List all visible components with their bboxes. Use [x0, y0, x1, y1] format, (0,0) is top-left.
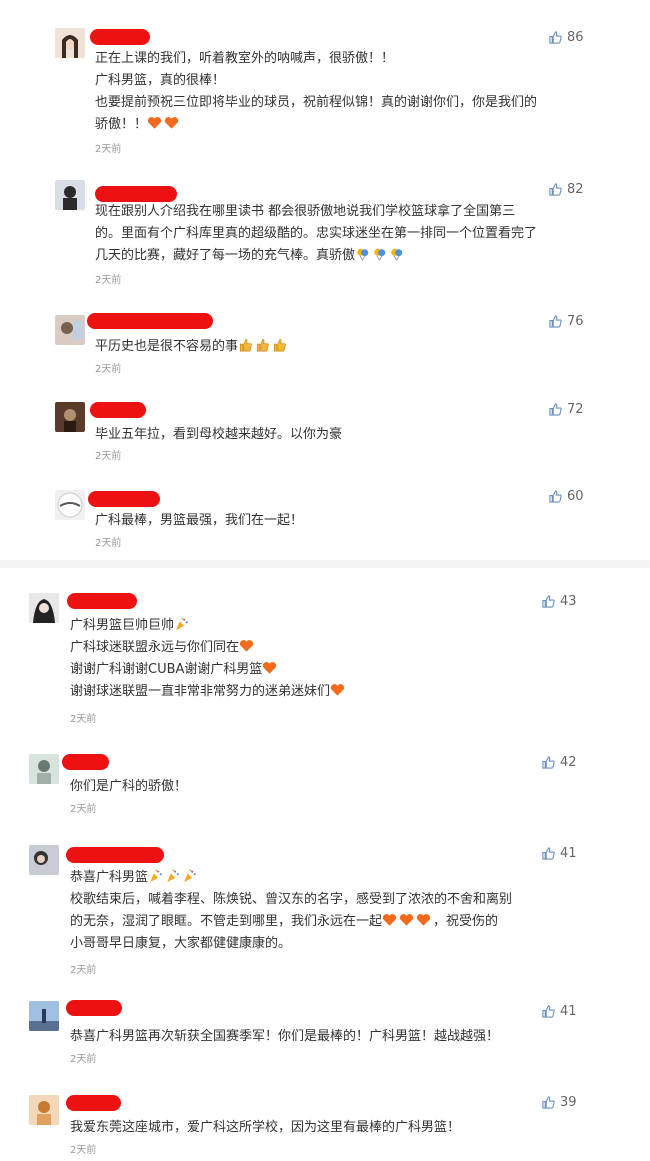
heart-icon	[399, 914, 414, 926]
comment-time: 2天前	[95, 144, 122, 155]
like-count: 42	[560, 755, 577, 770]
heart-icon	[239, 640, 254, 652]
party-popper-icon	[184, 869, 196, 883]
comment-text: 现在跟别人介绍我在哪里读书 都会很骄傲地说我们学校篮球拿了全国第三 的。里面有个…	[95, 204, 538, 263]
avatar[interactable]	[29, 593, 59, 623]
comment-time: 2天前	[95, 451, 122, 462]
heart-icon	[164, 117, 179, 129]
comment-text: 恭喜广科男篮 校歌结束后，喊着李程、陈焕锐、曾汉东的名字，感受到了浓浓的不舍和离…	[70, 869, 513, 951]
thumbs-up-icon	[542, 1005, 555, 1018]
comment-panel-1: 正在上课的我们，听着教室外的呐喊声，很骄傲！！ 广科男篮，真的很棒！ 也要提前预…	[0, 0, 650, 560]
like-button[interactable]: 76	[549, 314, 584, 329]
avatar[interactable]	[55, 315, 85, 345]
like-count: 60	[567, 489, 584, 504]
balloon-icon	[391, 248, 403, 261]
heart-icon	[382, 914, 397, 926]
heart-icon	[330, 684, 345, 696]
like-count: 72	[567, 402, 584, 417]
redacted-username	[95, 186, 177, 202]
comment-text: 你们是广科的骄傲！	[70, 779, 188, 794]
comment-text: 正在上课的我们，听着教室外的呐喊声，很骄傲！！ 广科男篮，真的很棒！ 也要提前预…	[95, 51, 538, 132]
thumbs-up-icon	[542, 756, 555, 769]
avatar[interactable]	[55, 402, 85, 432]
avatar[interactable]	[55, 180, 85, 210]
comment-time: 2天前	[95, 364, 122, 375]
like-count: 43	[560, 594, 577, 609]
redacted-username	[88, 491, 160, 507]
comment-time: 2天前	[70, 804, 97, 815]
comment-time: 2天前	[70, 965, 97, 976]
thumbs-up-icon	[549, 403, 562, 416]
like-button[interactable]: 42	[542, 755, 577, 770]
balloon-icon	[374, 248, 386, 261]
comment-text: 恭喜广科男篮再次斩获全国赛季军！你们是最棒的！广科男篮！越战越强！	[70, 1029, 500, 1044]
like-button[interactable]: 86	[549, 30, 584, 45]
heart-icon	[147, 117, 162, 129]
party-popper-icon	[150, 869, 162, 883]
party-popper-icon	[176, 617, 188, 631]
thumbs-up-icon	[549, 490, 562, 503]
like-button[interactable]: 82	[549, 182, 584, 197]
like-count: 76	[567, 314, 584, 329]
redacted-username	[90, 29, 150, 45]
comment-time: 2天前	[95, 275, 122, 286]
thumbs-up-icon	[549, 183, 562, 196]
like-button[interactable]: 41	[542, 1004, 577, 1019]
avatar[interactable]	[29, 1095, 59, 1125]
thumbs-up-icon	[549, 315, 562, 328]
thumbs-up-icon	[549, 31, 562, 44]
heart-icon	[263, 662, 277, 674]
comment-text: 平历史也是很不容易的事	[95, 336, 289, 358]
comment-time: 2天前	[70, 1145, 97, 1156]
like-button[interactable]: 41	[542, 846, 577, 861]
thumbs-up-emoji-icon	[273, 338, 286, 352]
like-count: 41	[560, 1004, 577, 1019]
thumbs-up-emoji-icon	[239, 338, 252, 352]
heart-icon	[416, 914, 431, 926]
avatar[interactable]	[55, 490, 85, 520]
like-count: 41	[560, 846, 577, 861]
redacted-username	[62, 754, 109, 770]
avatar[interactable]	[29, 754, 59, 784]
party-popper-icon	[167, 869, 179, 883]
like-count: 39	[560, 1095, 577, 1110]
avatar[interactable]	[29, 845, 59, 875]
redacted-username	[66, 1000, 122, 1016]
avatar[interactable]	[29, 1001, 59, 1031]
thumbs-up-icon	[542, 595, 555, 608]
like-button[interactable]: 60	[549, 489, 584, 504]
like-button[interactable]: 43	[542, 594, 577, 609]
like-button[interactable]: 72	[549, 402, 584, 417]
like-count: 82	[567, 182, 584, 197]
comment-time: 2天前	[95, 538, 122, 549]
thumbs-up-emoji-icon	[256, 338, 269, 352]
comment-text: 广科最棒，男篮最强，我们在一起！	[95, 513, 304, 528]
redacted-username	[87, 313, 213, 329]
comment-text: 毕业五年拉，看到母校越来越好。以你为豪	[95, 427, 343, 442]
thumbs-up-icon	[542, 847, 555, 860]
comment-time: 2天前	[70, 714, 97, 725]
redacted-username	[66, 847, 164, 863]
comment-panel-2: 广科男篮巨帅巨帅 广科球迷联盟永远与你们同在 谢谢广科谢谢CUBA谢谢广科男篮 …	[0, 568, 650, 1161]
avatar[interactable]	[55, 28, 85, 58]
redacted-username	[66, 1095, 121, 1111]
like-button[interactable]: 39	[542, 1095, 577, 1110]
comment-time: 2天前	[70, 1054, 97, 1065]
redacted-username	[90, 402, 146, 418]
panel-separator	[0, 560, 650, 568]
redacted-username	[67, 593, 137, 609]
balloon-icon	[357, 248, 369, 261]
like-count: 86	[567, 30, 584, 45]
comment-text: 我爱东莞这座城市，爱广科这所学校，因为这里有最棒的广科男篮！	[70, 1120, 461, 1135]
comment-text: 广科男篮巨帅巨帅 广科球迷联盟永远与你们同在 谢谢广科谢谢CUBA谢谢广科男篮 …	[70, 615, 347, 703]
thumbs-up-icon	[542, 1096, 555, 1109]
